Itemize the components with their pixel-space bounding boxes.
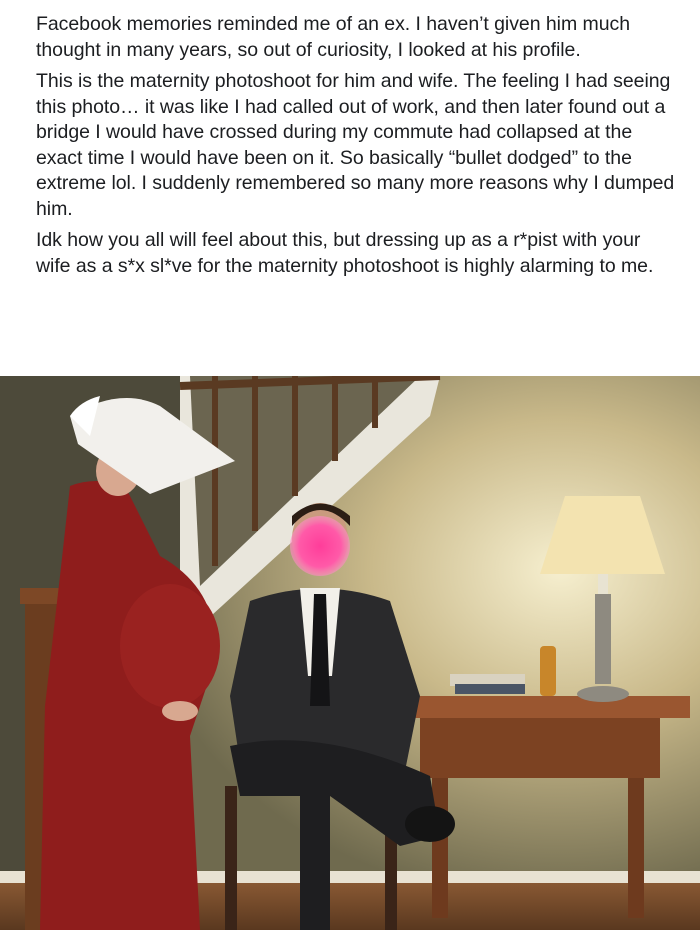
bottle [540, 646, 556, 696]
maternity-photo-illustration [0, 376, 700, 930]
face-blur [290, 516, 350, 576]
post-paragraph-2: This is the maternity photoshoot for him… [36, 70, 675, 220]
post-text: Facebook memories reminded me of an ex. … [0, 0, 700, 279]
post-container: Facebook memories reminded me of an ex. … [0, 0, 700, 930]
post-photo[interactable] [0, 376, 700, 930]
post-paragraph-3: Idk how you all will feel about this, bu… [36, 229, 654, 277]
post-paragraph-1: Facebook memories reminded me of an ex. … [36, 13, 630, 61]
